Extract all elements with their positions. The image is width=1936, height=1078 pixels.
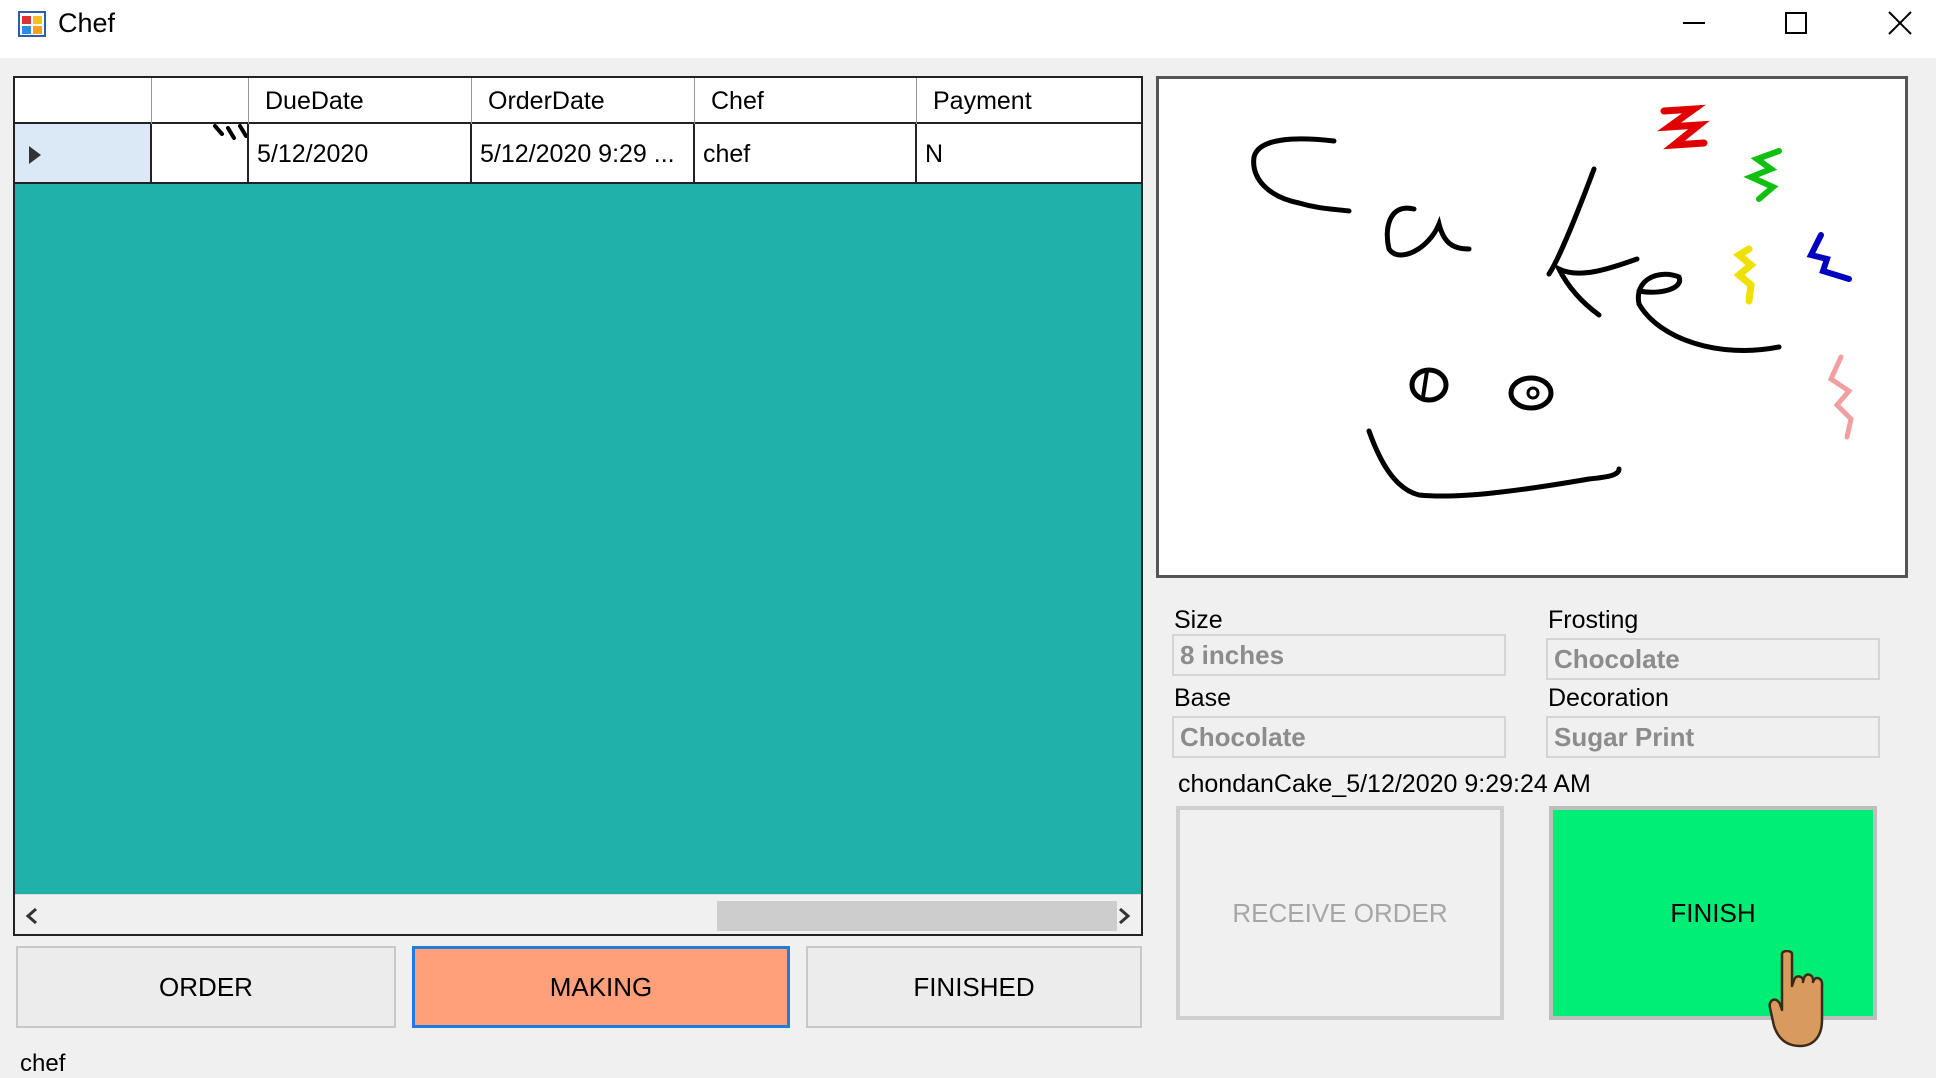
order-id-label: chondanCake_5/12/2020 9:29:24 AM bbox=[1178, 770, 1591, 798]
frosting-field[interactable]: Chocolate bbox=[1546, 638, 1880, 680]
grid-header: DueDate OrderDate Chef Payment bbox=[15, 78, 1141, 124]
row-selector-icon bbox=[29, 146, 41, 164]
frosting-label: Frosting bbox=[1548, 606, 1639, 634]
cake-drawing-picture bbox=[1156, 76, 1908, 578]
row-image-thumbnail bbox=[152, 124, 249, 182]
column-header-chef[interactable]: Chef bbox=[695, 78, 917, 124]
horizontal-scrollbar[interactable] bbox=[15, 894, 1141, 934]
cell-chef: chef bbox=[695, 124, 917, 182]
decoration-field[interactable]: Sugar Print bbox=[1546, 716, 1880, 758]
cake-drawing-image bbox=[1251, 104, 1854, 499]
maximize-button[interactable] bbox=[1754, 0, 1838, 46]
base-label: Base bbox=[1174, 684, 1231, 712]
title-bar: Chef bbox=[0, 0, 1936, 58]
column-header-orderdate[interactable]: OrderDate bbox=[472, 78, 695, 124]
receive-order-button[interactable]: RECEIVE ORDER bbox=[1176, 806, 1504, 1020]
making-tab-button[interactable]: MAKING bbox=[412, 946, 790, 1028]
finish-button[interactable]: FINISH bbox=[1549, 806, 1877, 1020]
scrollbar-thumb[interactable] bbox=[717, 901, 1117, 931]
cell-orderdate: 5/12/2020 9:29 ... bbox=[472, 124, 695, 182]
column-header-rowheader[interactable] bbox=[15, 78, 152, 124]
column-header-duedate[interactable]: DueDate bbox=[249, 78, 472, 124]
row-selector[interactable] bbox=[15, 124, 152, 182]
column-header-payment[interactable]: Payment bbox=[917, 78, 1141, 124]
current-user-label: chef bbox=[20, 1050, 66, 1077]
size-field[interactable]: 8 inches bbox=[1172, 634, 1506, 676]
decoration-label: Decoration bbox=[1548, 684, 1669, 712]
column-header-image[interactable] bbox=[152, 78, 249, 124]
close-icon bbox=[1888, 11, 1912, 35]
finished-tab-button[interactable]: FINISHED bbox=[806, 946, 1142, 1028]
maximize-icon bbox=[1785, 12, 1807, 34]
cell-payment: N bbox=[925, 140, 944, 168]
close-button[interactable] bbox=[1858, 0, 1936, 46]
window-title: Chef bbox=[58, 8, 116, 38]
cell-duedate: 5/12/2020 bbox=[249, 124, 472, 182]
hand-cursor-icon bbox=[1768, 950, 1824, 1048]
orders-grid[interactable]: DueDate OrderDate Chef Payment 5/12/2020… bbox=[13, 76, 1143, 936]
scroll-right-icon[interactable] bbox=[1117, 907, 1131, 925]
minimize-button[interactable] bbox=[1652, 0, 1736, 46]
base-field[interactable]: Chocolate bbox=[1172, 716, 1506, 758]
minimize-icon bbox=[1683, 22, 1705, 24]
scroll-left-icon[interactable] bbox=[25, 907, 39, 925]
table-row[interactable]: 5/12/2020 5/12/2020 9:29 ... chef N bbox=[15, 124, 1141, 184]
app-icon bbox=[18, 11, 46, 37]
size-label: Size bbox=[1174, 606, 1223, 634]
order-tab-button[interactable]: ORDER bbox=[16, 946, 396, 1028]
